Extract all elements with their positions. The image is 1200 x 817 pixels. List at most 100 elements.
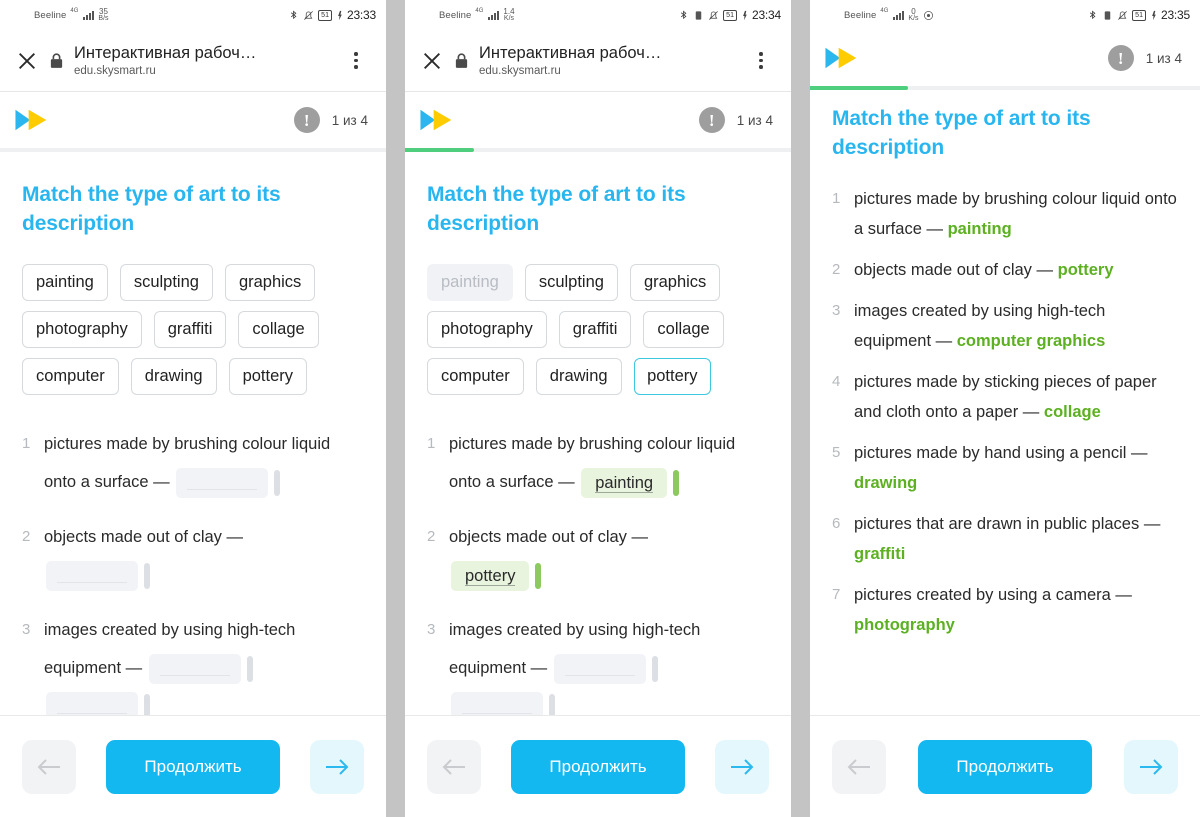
answer-slot-filled[interactable]: painting: [581, 467, 668, 498]
status-bar-2: Beeline 4G 1.4 K/s 51 23:34: [405, 0, 791, 30]
previous-button[interactable]: [427, 739, 481, 794]
question-text: pictures made by brushing colour liquid …: [854, 190, 1177, 238]
warning-icon[interactable]: !: [698, 107, 725, 133]
slot-caret: [246, 655, 253, 682]
carrier-label: Beeline: [34, 9, 67, 21]
continue-button[interactable]: Продолжить: [918, 739, 1092, 794]
task-content-3: Match the type of art to its description…: [810, 90, 1200, 715]
question-row: 4 pictures made by sticking pieces of pa…: [832, 367, 1178, 427]
answer-slot[interactable]: [553, 653, 646, 684]
question-body: objects made out of clay —: [44, 518, 364, 594]
overflow-menu-icon[interactable]: [747, 52, 775, 69]
question-body: pictures made by hand using a pencil — d…: [854, 438, 1178, 498]
answer-value: collage: [1043, 403, 1101, 421]
answer-slot-filled[interactable]: pottery: [451, 560, 530, 591]
word-chip[interactable]: graffiti: [558, 311, 632, 348]
next-button[interactable]: [1124, 739, 1178, 794]
slot-caret: [535, 562, 542, 589]
clock-label: 23:33: [346, 8, 376, 22]
previous-button[interactable]: [832, 739, 886, 794]
answer-value: pottery: [1057, 261, 1114, 279]
page-counter: 1 из 4: [1145, 50, 1182, 66]
slot-caret: [549, 693, 555, 715]
word-chip[interactable]: drawing: [535, 358, 622, 395]
question-row: 1 pictures made by brushing colour liqui…: [22, 425, 364, 501]
close-icon[interactable]: [12, 46, 42, 76]
word-chip[interactable]: graffiti: [153, 311, 227, 348]
status-right-2: 51 23:34: [678, 8, 781, 22]
arrow-left-icon: [37, 758, 60, 775]
word-chip[interactable]: collage: [238, 311, 319, 348]
word-chip[interactable]: drawing: [130, 358, 217, 395]
next-button[interactable]: [715, 739, 769, 794]
word-chip[interactable]: photography: [427, 311, 547, 348]
word-chip[interactable]: collage: [643, 311, 724, 348]
answer-slot[interactable]: [451, 691, 543, 715]
task-content-2: Match the type of art to its description…: [405, 152, 791, 715]
word-chip[interactable]: computer: [22, 358, 119, 395]
question-number: 2: [427, 528, 436, 545]
question-row: 6 pictures that are drawn in public plac…: [832, 509, 1178, 569]
sim-card-icon: [1104, 10, 1111, 20]
word-chip[interactable]: painting: [22, 264, 108, 301]
app-header-1: ! 1 из 4: [0, 92, 386, 148]
question-body: images created by using high-tech equipm…: [44, 611, 364, 715]
question-row: 1 pictures made by brushing colour liqui…: [427, 425, 769, 501]
arrow-right-icon: [326, 758, 349, 775]
answer-slot[interactable]: [148, 653, 241, 684]
word-chip[interactable]: sculpting: [119, 264, 213, 301]
notifications-off-icon: [709, 10, 719, 20]
word-chip[interactable]: graphics: [224, 264, 316, 301]
question-number: 2: [22, 528, 31, 545]
battery-indicator: 51: [1132, 9, 1146, 21]
network-speed-unit: K/s: [908, 15, 919, 22]
warning-icon[interactable]: !: [293, 107, 320, 133]
battery-indicator: 51: [318, 9, 332, 21]
slot-caret: [274, 469, 281, 496]
continue-button[interactable]: Продолжить: [106, 739, 280, 794]
browser-address-block[interactable]: Интерактивная рабоч… edu.skysmart.ru: [70, 43, 342, 79]
page-counter: 1 из 4: [331, 112, 368, 128]
answer-slot[interactable]: [176, 467, 269, 498]
question-list-3: 1 pictures made by brushing colour liqui…: [832, 184, 1178, 640]
word-chip-used[interactable]: painting: [427, 264, 513, 301]
close-icon[interactable]: [417, 46, 447, 76]
task-title: Match the type of art to its description: [832, 107, 1091, 159]
panel-divider: [386, 0, 405, 817]
question-body: pictures created by using a camera — pho…: [854, 580, 1178, 640]
network-generation-label: 4G: [70, 8, 79, 14]
slot-caret: [144, 693, 150, 715]
previous-button[interactable]: [22, 739, 76, 794]
question-row: 2 objects made out of clay —: [22, 518, 364, 594]
question-text: pictures made by sticking pieces of pape…: [854, 373, 1157, 421]
network-speed-value: 1.4: [503, 7, 515, 16]
footer-bar-1: Продолжить: [0, 715, 386, 817]
question-number: 6: [832, 515, 841, 532]
question-text: objects made out of clay —: [44, 528, 244, 546]
slot-caret: [651, 655, 658, 682]
question-row: 2 objects made out of clay — pottery: [427, 518, 769, 594]
answer-slot[interactable]: [46, 691, 138, 715]
signal-bars-icon: [893, 10, 905, 20]
question-body: objects made out of clay — pottery: [854, 255, 1178, 285]
bluetooth-icon: [1090, 10, 1096, 19]
continue-button[interactable]: Продолжить: [511, 739, 685, 794]
question-number: 1: [22, 435, 31, 452]
next-button[interactable]: [310, 739, 364, 794]
answer-slot[interactable]: [46, 560, 138, 591]
page-url: edu.skysmart.ru: [74, 64, 156, 77]
word-chip[interactable]: computer: [427, 358, 524, 395]
arrow-left-icon: [847, 758, 870, 775]
browser-address-block[interactable]: Интерактивная рабоч… edu.skysmart.ru: [475, 43, 747, 79]
overflow-menu-icon[interactable]: [342, 52, 370, 69]
word-chip[interactable]: sculpting: [524, 264, 618, 301]
question-row: 3 images created by using high-tech equi…: [22, 611, 364, 715]
phone-screen-1: Beeline 4G 35 B/s 51 23:33 Интерактивная…: [0, 0, 386, 817]
word-chip[interactable]: pottery: [228, 358, 308, 395]
warning-icon[interactable]: !: [1107, 45, 1134, 71]
word-chip-selected[interactable]: pottery: [633, 358, 712, 395]
word-chip[interactable]: photography: [22, 311, 142, 348]
word-chip[interactable]: graphics: [629, 264, 721, 301]
answer-value: drawing: [854, 474, 918, 492]
footer-bar-3: Продолжить: [810, 715, 1200, 817]
